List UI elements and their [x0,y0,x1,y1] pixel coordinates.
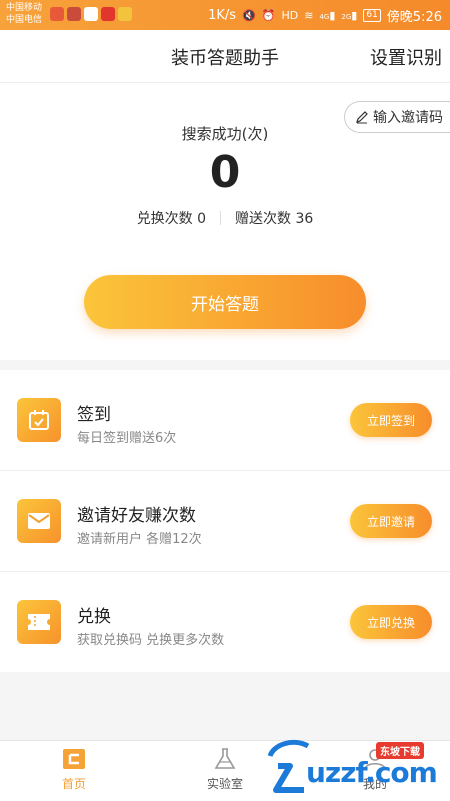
envelope-icon [17,499,61,543]
exchange-count: 兑换次数 0 [136,211,207,227]
battery-icon: 61 [363,9,381,22]
notification-icons [50,7,132,21]
signal-1-label: 4G [319,13,330,21]
home-icon [61,747,87,771]
watermark-tag: 东坡下载 [376,742,424,759]
wifi-icon: ≋ [304,9,314,22]
start-quiz-button[interactable]: 开始答题 [84,275,366,329]
pencil-icon [356,111,368,124]
task-description: 获取兑换码 兑换更多次数 [77,633,225,648]
signal-2-label: 2G [341,13,352,21]
calendar-check-icon [17,398,61,442]
signal-icon: 2G▮ [341,9,358,22]
sign-in-button[interactable]: 立即签到 [350,403,432,437]
hd-icon: HD [281,9,299,22]
exchange-button[interactable]: 立即兑换 [350,605,432,639]
list-item: 兑换 获取兑换码 兑换更多次数 立即兑换 [0,572,450,672]
app-notification-icon [50,7,64,21]
task-title: 签到 [77,405,111,425]
carrier-2: 中国电信 [6,15,43,25]
task-list: 签到 每日签到赠送6次 立即签到 邀请好友赚次数 邀请新用户 各赠12次 立即邀… [0,370,450,672]
net-speed: 1K/s [208,8,237,23]
task-description: 邀请新用户 各赠12次 [77,532,202,547]
gift-count: 赠送次数 36 [235,211,314,227]
app-header: 装币答题助手 设置识别 [0,30,450,83]
watermark-text: uzzf.com [306,756,438,789]
ticket-icon [17,600,61,644]
tab-lab-label: 实验室 [206,777,243,791]
mute-icon: 🔇 [242,9,256,22]
divider [220,211,222,225]
search-success-label: 搜索成功(次) [181,125,269,143]
search-success-count: 0 [209,147,241,198]
carrier-info: 中国移动 中国电信 [6,2,42,26]
invite-button[interactable]: 立即邀请 [350,504,432,538]
app-notification-icon [101,7,115,21]
app-notification-icon [67,7,81,21]
clock: 傍晚5:26 [386,10,442,25]
tab-home[interactable]: 首页 [34,747,114,792]
settings-recognition-link[interactable]: 设置识别 [370,44,442,70]
app-notification-icon [118,7,132,21]
watermark: uzzf.com 东坡下载 [264,736,444,798]
status-right: 1K/s 🔇 ⏰ HD ≋ 4G▮ 2G▮ 61 傍晚5:26 [208,6,442,25]
count-summary: 兑换次数 0 赠送次数 36 [0,208,450,228]
flask-icon [212,747,238,771]
list-item: 签到 每日签到赠送6次 立即签到 [0,370,450,471]
list-item: 邀请好友赚次数 邀请新用户 各赠12次 立即邀请 [0,471,450,572]
tab-home-label: 首页 [61,777,86,791]
app-notification-icon [84,7,98,21]
task-description: 每日签到赠送6次 [77,431,177,446]
signal-icon: 4G▮ [319,9,336,22]
summary-card: 输入邀请码 搜索成功(次) 0 兑换次数 0 赠送次数 36 开始答题 [0,83,450,360]
alarm-icon: ⏰ [261,9,276,22]
task-title: 兑换 [77,607,111,627]
tab-lab[interactable]: 实验室 [185,747,265,792]
task-title: 邀请好友赚次数 [77,506,196,526]
status-bar: 中国移动 中国电信 1K/s 🔇 ⏰ HD ≋ 4G▮ 2G▮ 61 傍晚5:2… [0,0,450,30]
carrier-1: 中国移动 [6,3,43,13]
